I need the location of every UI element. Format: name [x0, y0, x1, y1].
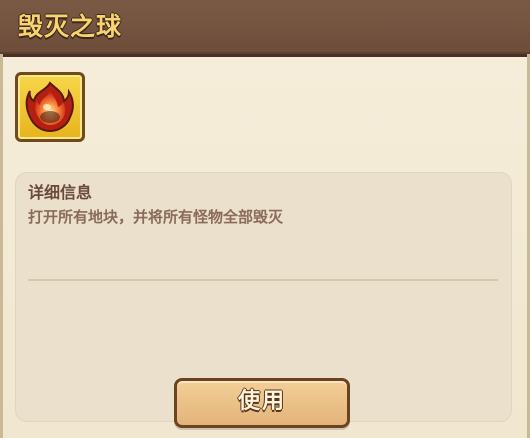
- detail-heading: 详细信息: [28, 183, 93, 202]
- use-button[interactable]: 使用: [174, 378, 350, 428]
- item-description: 打开所有地块，并将所有怪物全部毁灭: [28, 208, 284, 226]
- fireball-icon: [25, 81, 74, 133]
- dialog-title-bar: 毁灭之球: [0, 0, 530, 57]
- item-detail-dialog: 毁灭之球 详细信息 打开所有地块，并将所有怪物全部毁灭 使用: [0, 0, 530, 438]
- dialog-title: 毁灭之球: [18, 12, 123, 41]
- panel-divider: [28, 279, 498, 281]
- use-button-label: 使用: [237, 389, 286, 414]
- item-slot: [15, 72, 85, 142]
- dialog-edge-left: [0, 54, 3, 438]
